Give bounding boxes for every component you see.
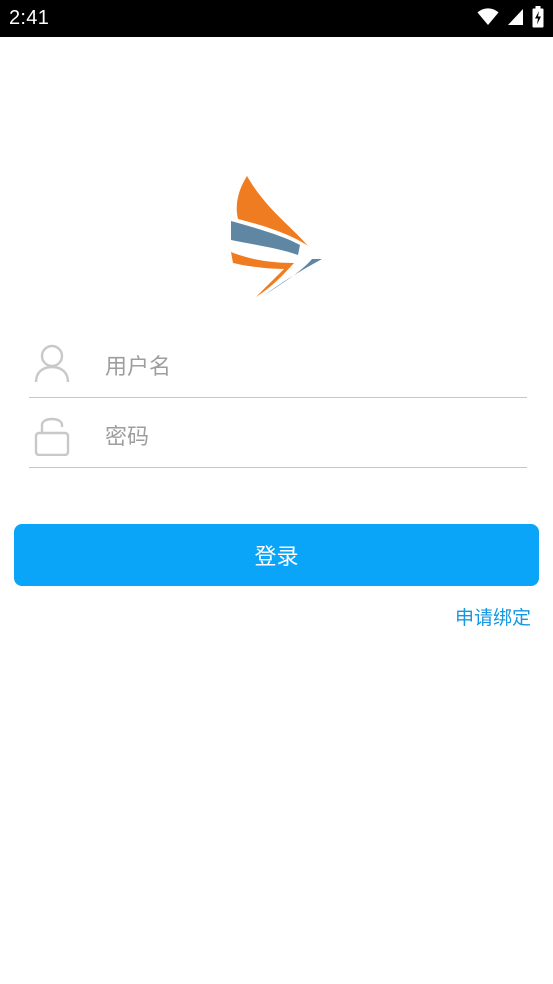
- user-icon: [34, 344, 70, 384]
- status-icons: [477, 6, 544, 32]
- wifi-icon: [477, 8, 499, 30]
- login-button[interactable]: 登录: [14, 524, 539, 586]
- status-bar: 2:41: [0, 0, 553, 37]
- cell-signal-icon: [507, 8, 524, 30]
- login-screen: 2:41 用户名 登录 申请绑定: [0, 0, 553, 984]
- battery-charging-icon: [532, 6, 544, 32]
- password-input[interactable]: [105, 409, 515, 465]
- lock-icon: [34, 414, 70, 457]
- username-row: [29, 339, 527, 398]
- username-input[interactable]: [105, 339, 515, 395]
- password-row: [29, 409, 527, 468]
- brand-logo: [226, 175, 326, 299]
- apply-bind-link[interactable]: 申请绑定: [455, 605, 531, 631]
- status-time: 2:41: [9, 7, 50, 29]
